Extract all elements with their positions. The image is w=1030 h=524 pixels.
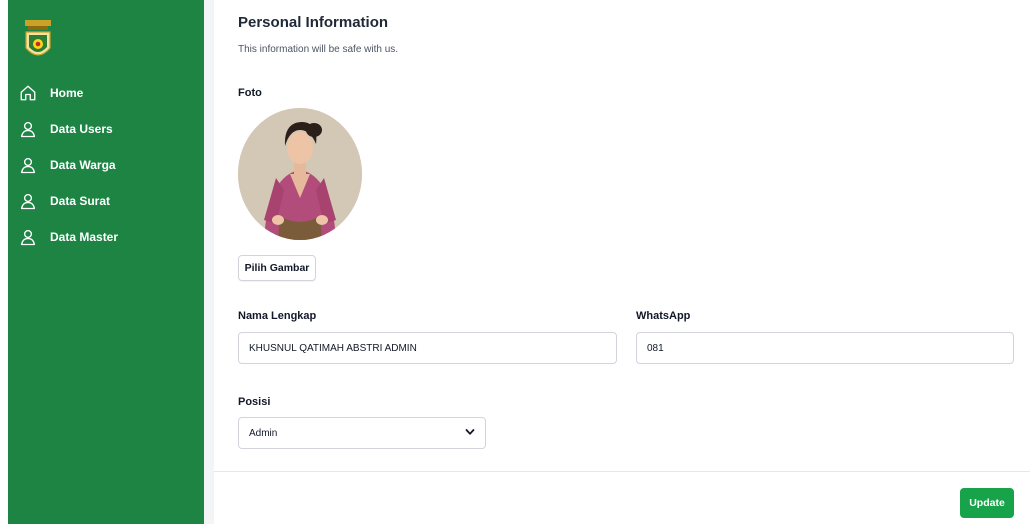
user-icon (18, 191, 38, 211)
whatsapp-label: WhatsApp (636, 310, 691, 322)
position-label: Posisi (238, 396, 271, 408)
page-title: Personal Information (238, 14, 389, 31)
footer-divider (214, 471, 1030, 472)
pick-image-button[interactable]: Pilih Gambar (238, 255, 316, 281)
sidebar-item-data-users[interactable]: Data Users (18, 117, 198, 141)
position-selected-value: Admin (249, 427, 278, 439)
sidebar: Home Data Users Data Warga Data Surat Da… (8, 0, 204, 524)
content-gutter (204, 0, 214, 524)
photo-label: Foto (238, 87, 262, 99)
full-name-value: KHUSNUL QATIMAH ABSTRI ADMIN (249, 342, 417, 354)
sidebar-item-label: Home (50, 86, 84, 100)
window-edge (0, 0, 8, 524)
user-icon (18, 155, 38, 175)
full-name-label: Nama Lengkap (238, 310, 317, 322)
full-name-input[interactable]: KHUSNUL QATIMAH ABSTRI ADMIN (238, 332, 617, 364)
sidebar-item-data-master[interactable]: Data Master (18, 225, 198, 249)
main-content: Personal Information This information wi… (214, 0, 1030, 524)
home-icon (18, 83, 38, 103)
sidebar-item-label: Data Users (50, 122, 113, 136)
sidebar-item-label: Data Warga (50, 158, 116, 172)
regional-emblem-logo (22, 20, 54, 62)
profile-photo (238, 108, 362, 240)
user-icon (18, 119, 38, 139)
sidebar-item-data-surat[interactable]: Data Surat (18, 189, 198, 213)
sidebar-item-label: Data Surat (50, 194, 111, 208)
sidebar-item-label: Data Master (50, 230, 119, 244)
whatsapp-value: 081 (647, 342, 664, 354)
sidebar-item-home[interactable]: Home (18, 81, 198, 105)
update-button[interactable]: Update (960, 488, 1014, 518)
position-select[interactable]: Admin (238, 417, 486, 449)
sidebar-item-data-warga[interactable]: Data Warga (18, 153, 198, 177)
chevron-down-icon (465, 427, 475, 440)
page-subtitle: This information will be safe with us. (238, 44, 399, 55)
whatsapp-input[interactable]: 081 (636, 332, 1014, 364)
user-icon (18, 227, 38, 247)
